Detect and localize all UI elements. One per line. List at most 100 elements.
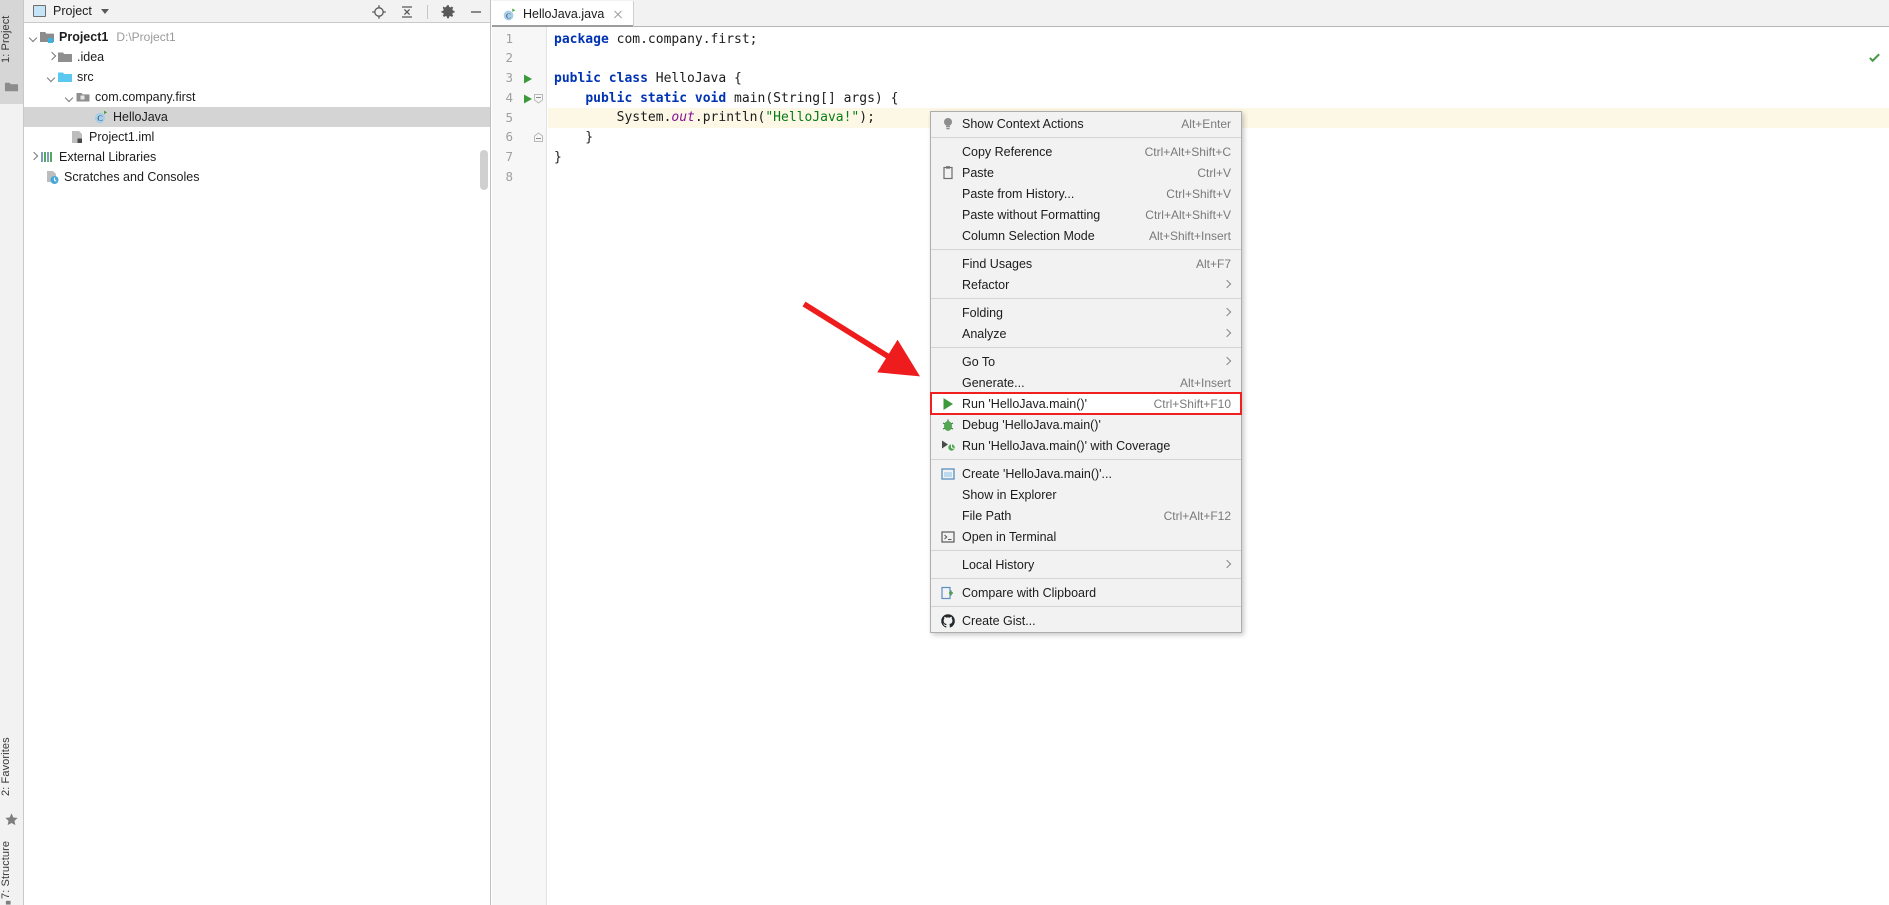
minimize-icon[interactable] [468,4,484,20]
no-icon [940,186,956,202]
menu-item-refactor[interactable]: Refactor [931,274,1241,295]
ok-check-icon[interactable] [1868,51,1881,64]
structure-icon [5,900,11,905]
menu-item-label: Create 'HelloJava.main()'... [962,466,1112,481]
menu-item-column-selection-mode[interactable]: Column Selection Mode Alt+Shift+Insert [931,225,1241,246]
line-number: 4 [505,90,513,105]
no-icon [940,375,956,391]
no-icon [940,305,956,321]
menu-item-label: Folding [962,305,1003,320]
tree-row[interactable]: Scratches and Consoles [24,167,490,187]
menu-item-copy-reference[interactable]: Copy Reference Ctrl+Alt+Shift+C [931,141,1241,162]
no-icon [940,207,956,223]
no-icon [940,228,956,244]
gear-icon[interactable] [440,4,456,20]
tree-row-hellojava[interactable]: C HelloJava [24,107,490,127]
tree-item-label: src [77,70,94,84]
debug-bug-icon [942,419,954,431]
tree-row[interactable]: .idea [24,47,490,67]
menu-item-paste-without-formatting[interactable]: Paste without Formatting Ctrl+Alt+Shift+… [931,204,1241,225]
run-gutter-icon[interactable] [522,73,534,85]
menu-item-label: Debug 'HelloJava.main()' [962,417,1101,432]
menu-item-local-history[interactable]: Local History [931,554,1241,575]
github-icon [941,613,955,627]
chevron-right-icon[interactable] [28,152,39,163]
menu-item-label: Run 'HelloJava.main()' [962,396,1087,411]
sidebar-item-structure[interactable]: 7: Structure [0,834,23,905]
menu-item-generate[interactable]: Generate... Alt+Insert [931,372,1241,393]
no-icon [940,144,956,160]
menu-item-label: Generate... [962,375,1025,390]
line-number: 1 [505,31,513,46]
chevron-down-icon[interactable] [46,72,57,83]
menu-item-run-hellojava-main[interactable]: Run 'HelloJava.main()' Ctrl+Shift+F10 [930,392,1242,415]
menu-item-label: Copy Reference [962,144,1053,159]
editor-context-menu: Show Context Actions Alt+Enter Copy Refe… [930,111,1242,633]
menu-item-folding[interactable]: Folding [931,302,1241,323]
menu-item-analyze[interactable]: Analyze [931,323,1241,344]
menu-separator [931,137,1241,138]
menu-item-shortcut: Ctrl+Shift+V [1166,186,1231,201]
menu-item-label: Column Selection Mode [962,228,1095,243]
line-number: 8 [505,169,513,184]
menu-item-paste[interactable]: Paste Ctrl+V [931,162,1241,183]
chevron-down-icon[interactable] [100,8,109,14]
menu-separator [931,578,1241,579]
tree-item-path: D:\Project1 [116,30,176,44]
menu-separator [931,550,1241,551]
editor-gutter[interactable]: 1 2 3 4 5 6 7 8 [492,27,547,905]
menu-item-shortcut: Alt+Insert [1179,375,1231,390]
menu-item-shortcut: Ctrl+Alt+Shift+C [1144,144,1231,159]
menu-item-paste-from-history[interactable]: Paste from History... Ctrl+Shift+V [931,183,1241,204]
tree-row[interactable]: src [24,67,490,87]
menu-item-create-gist[interactable]: Create Gist... [931,610,1241,631]
sidebar-item-project[interactable]: 1: Project [0,3,23,75]
tab-label: HelloJava.java [523,7,605,21]
fold-collapse-icon[interactable] [533,132,544,143]
menu-item-open-in-terminal[interactable]: Open in Terminal [931,526,1241,547]
menu-item-shortcut: Ctrl+V [1197,165,1231,180]
menu-item-find-usages[interactable]: Find Usages Alt+F7 [931,253,1241,274]
chevron-right-icon[interactable] [46,52,57,63]
menu-item-label: Find Usages [962,256,1033,271]
star-icon [5,813,18,826]
line-number: 3 [505,70,513,85]
menu-item-show-in-explorer[interactable]: Show in Explorer [931,484,1241,505]
menu-item-label: Open in Terminal [962,529,1057,544]
line-number: 6 [505,129,513,144]
project-view-selector[interactable]: Project [24,4,109,18]
close-icon[interactable] [612,8,624,20]
tree-row[interactable]: com.company.first [24,87,490,107]
tree-row[interactable]: Project1.iml [24,127,490,147]
stripe-label-favorites: 2: Favorites [0,737,12,797]
code-line: public class HelloJava { [554,71,742,87]
menu-item-file-path[interactable]: File Path Ctrl+Alt+F12 [931,505,1241,526]
no-icon [940,508,956,524]
run-config-icon [941,467,955,480]
sidebar-item-favorites[interactable]: 2: Favorites [0,726,23,808]
menu-item-run-with-coverage[interactable]: Run 'HelloJava.main()' with Coverage [931,435,1241,456]
collapse-all-icon[interactable] [399,4,415,20]
menu-item-label: Refactor [962,277,1010,292]
menu-item-go-to[interactable]: Go To [931,351,1241,372]
menu-item-debug-hellojava-main[interactable]: Debug 'HelloJava.main()' [931,414,1241,435]
code-line: public static void main(String[] args) { [585,90,899,106]
svg-text:C: C [506,11,511,20]
chevron-right-icon [1223,561,1231,569]
crosshair-target-icon[interactable] [371,4,387,20]
project-scrollbar[interactable] [480,150,488,190]
tree-row[interactable]: Project1 D:\Project1 [24,27,490,47]
chevron-down-icon[interactable] [28,32,39,43]
toolbar-divider [427,4,428,19]
menu-item-create-run-config[interactable]: Create 'HelloJava.main()'... [931,463,1241,484]
menu-separator [931,347,1241,348]
tab-hellojava-java[interactable]: C HelloJava.java [492,1,635,28]
menu-item-show-context-actions[interactable]: Show Context Actions Alt+Enter [931,113,1241,134]
chevron-down-icon[interactable] [64,92,75,103]
tree-row[interactable]: External Libraries [24,147,490,167]
menu-separator [931,298,1241,299]
fold-collapse-icon[interactable] [533,93,544,104]
tree-item-label: HelloJava [113,110,168,124]
menu-item-compare-with-clipboard[interactable]: Compare with Clipboard [931,582,1241,603]
project-tree: Project1 D:\Project1 .idea src com.compa… [24,23,490,187]
